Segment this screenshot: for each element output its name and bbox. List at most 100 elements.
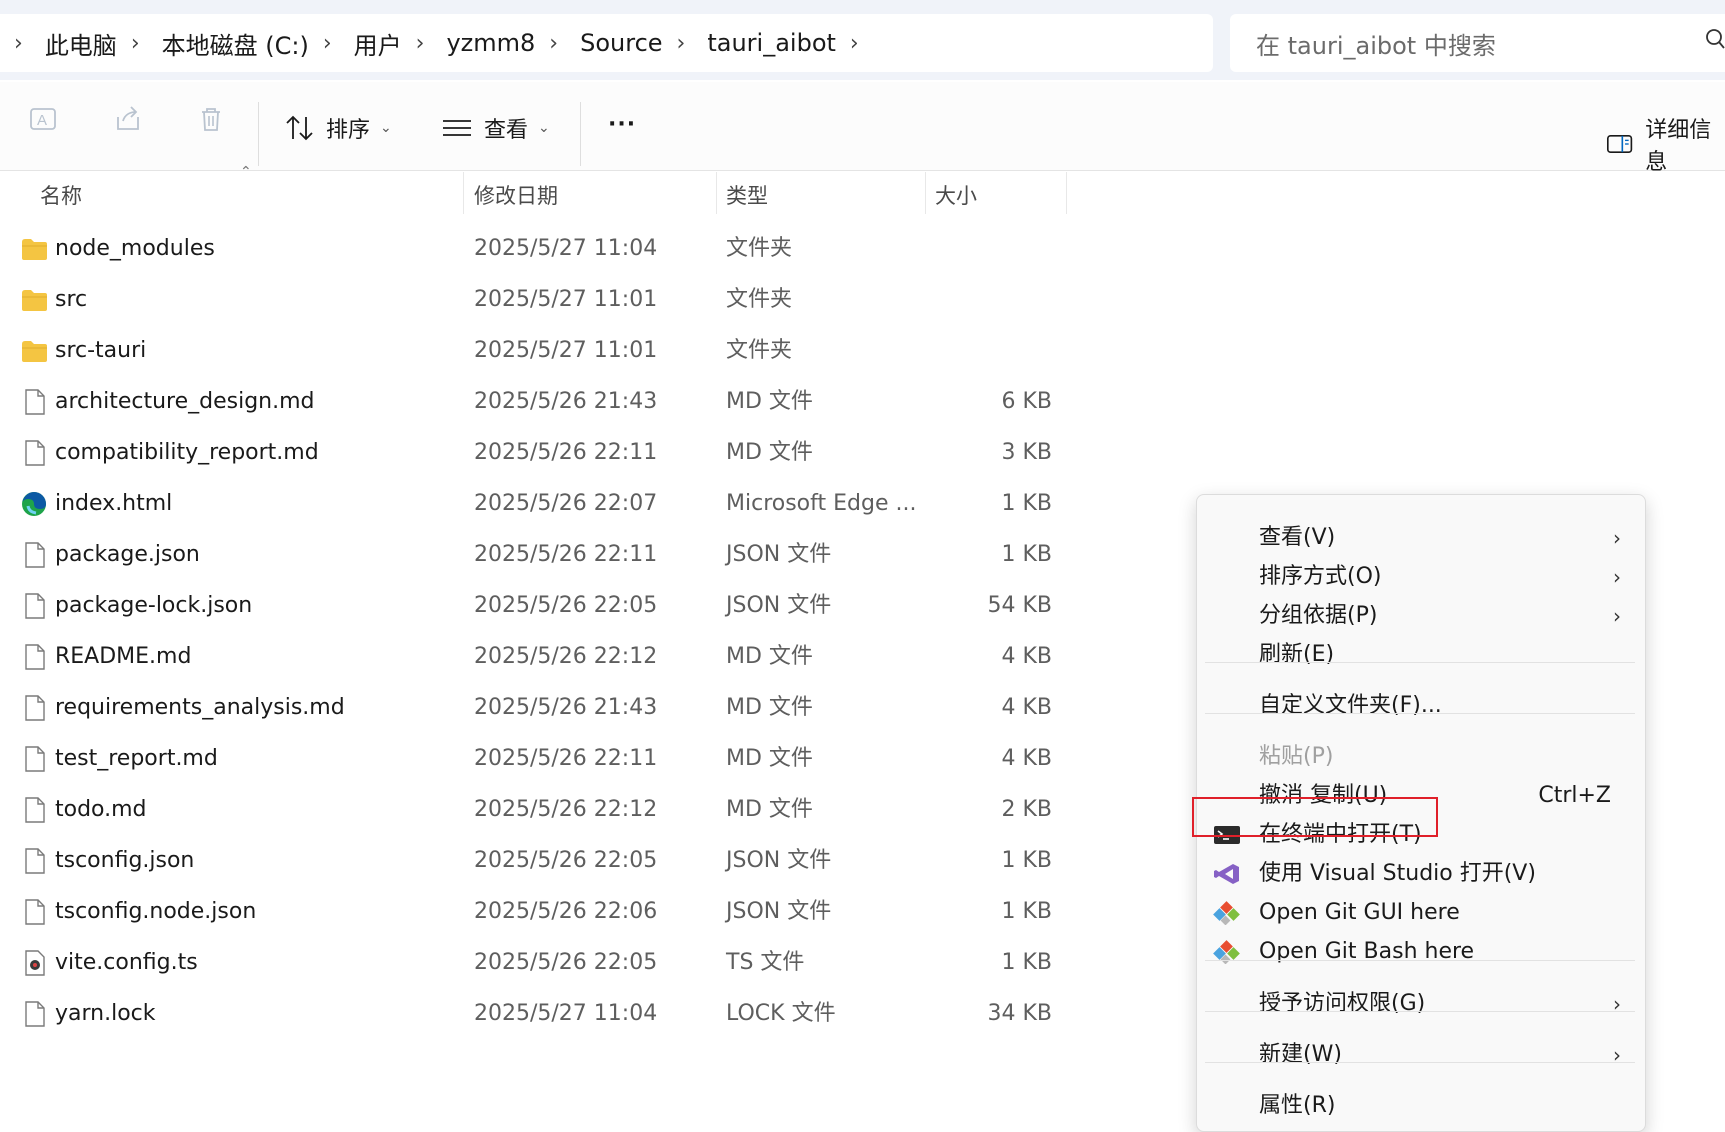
file-row[interactable]: yarn.lock 2025/5/27 11:04 LOCK 文件 34 KB	[0, 990, 1080, 1038]
menu-item-git-gui[interactable]: Open Git GUI here	[1197, 894, 1645, 932]
delete-icon[interactable]	[196, 104, 226, 134]
folder-icon	[22, 239, 47, 260]
search-placeholder: 在 tauri_aibot 中搜索	[1256, 31, 1496, 60]
file-date: 2025/5/26 22:05	[474, 593, 658, 618]
file-row[interactable]: compatibility_report.md 2025/5/26 22:11 MD…	[0, 429, 1080, 477]
file-row[interactable]: package-lock.json 2025/5/26 22:05 JSON 文件 5…	[0, 582, 1080, 630]
file-row[interactable]: requirements_analysis.md 2025/5/26 21:43 M…	[0, 684, 1080, 732]
sort-button[interactable]: 排序 ⌄	[284, 112, 392, 144]
file-type: JSON 文件	[726, 542, 832, 567]
view-label: 查看	[484, 118, 529, 143]
menu-item-properties[interactable]: 属性(R)	[1197, 1087, 1645, 1125]
toolbar-divider	[258, 102, 259, 166]
ts-file-icon	[25, 950, 45, 976]
file-size: 4 KB	[1001, 695, 1052, 720]
menu-item-grant-access[interactable]: 授予访问权限(G) ›	[1197, 985, 1645, 1023]
file-row[interactable]: package.json 2025/5/26 22:11 JSON 文件 1 KB	[0, 531, 1080, 579]
file-row[interactable]: node_modules 2025/5/27 11:04 文件夹	[0, 225, 1080, 273]
file-icon	[25, 695, 45, 721]
file-type: 文件夹	[726, 236, 793, 261]
file-row[interactable]: index.html 2025/5/26 22:07 Microsoft Edge …	[0, 480, 1080, 528]
chevron-right-icon[interactable]: ›	[0, 31, 45, 56]
column-separator[interactable]	[925, 172, 926, 214]
git-gui-icon	[1213, 901, 1240, 925]
chevron-right-icon[interactable]: ›	[117, 31, 162, 56]
file-type: MD 文件	[726, 389, 813, 414]
column-separator[interactable]	[1066, 172, 1067, 214]
chevron-right-icon[interactable]: ›	[402, 31, 447, 56]
file-row[interactable]: tsconfig.json 2025/5/26 22:05 JSON 文件 1 KB	[0, 837, 1080, 885]
file-name: src-tauri	[55, 338, 147, 363]
breadcrumb-this-pc[interactable]: 此电脑	[45, 26, 117, 61]
file-name: architecture_design.md	[55, 389, 315, 414]
breadcrumb-user-folder[interactable]: yzmm8	[446, 29, 535, 57]
more-options-button[interactable]: ···	[608, 112, 636, 137]
file-row[interactable]: src-tauri 2025/5/27 11:01 文件夹	[0, 327, 1080, 375]
menu-item-open-visual-studio[interactable]: 使用 Visual Studio 打开(V)	[1197, 855, 1645, 893]
breadcrumb[interactable]: › 此电脑 › 本地磁盘 (C:) › 用户 › yzmm8 › Source …	[0, 14, 1213, 72]
chevron-right-icon[interactable]: ›	[836, 31, 881, 56]
breadcrumb-tauri-aibot[interactable]: tauri_aibot	[707, 29, 836, 57]
rename-icon[interactable]: A	[28, 104, 58, 134]
file-icon	[25, 797, 45, 823]
file-row[interactable]: vite.config.ts 2025/5/26 22:05 TS 文件 1 KB	[0, 939, 1080, 987]
breadcrumb-source[interactable]: Source	[580, 29, 662, 57]
view-button[interactable]: 查看 ⌄	[442, 112, 550, 144]
file-row[interactable]: tsconfig.node.json 2025/5/26 22:06 JSON 文件…	[0, 888, 1080, 936]
menu-separator	[1205, 1011, 1635, 1012]
file-name: yarn.lock	[55, 1001, 156, 1026]
file-row[interactable]: todo.md 2025/5/26 22:12 MD 文件 2 KB	[0, 786, 1080, 834]
chevron-right-icon[interactable]: ›	[535, 31, 580, 56]
menu-separator	[1205, 662, 1635, 663]
chevron-right-icon[interactable]: ›	[309, 31, 354, 56]
view-list-icon	[443, 120, 471, 136]
file-date: 2025/5/27 11:04	[474, 1001, 658, 1026]
file-date: 2025/5/26 22:05	[474, 848, 658, 873]
chevron-right-icon[interactable]: ›	[663, 31, 708, 56]
sort-icon	[286, 115, 313, 141]
sort-label: 排序	[326, 118, 371, 143]
search-icon[interactable]	[1705, 28, 1725, 50]
file-row[interactable]: README.md 2025/5/26 22:12 MD 文件 4 KB	[0, 633, 1080, 681]
column-header-type[interactable]: 类型	[726, 180, 768, 210]
file-type: MD 文件	[726, 440, 813, 465]
file-size: 4 KB	[1001, 644, 1052, 669]
file-name: test_report.md	[55, 746, 218, 771]
file-size: 1 KB	[1001, 542, 1052, 567]
menu-item-group-by[interactable]: 分组依据(P) ›	[1197, 597, 1645, 635]
file-type: TS 文件	[726, 950, 805, 975]
menu-item-refresh[interactable]: 刷新(E)	[1197, 636, 1645, 674]
menu-item-sort-by[interactable]: 排序方式(O) ›	[1197, 558, 1645, 596]
column-separator[interactable]	[463, 172, 464, 214]
file-type: JSON 文件	[726, 593, 832, 618]
file-row[interactable]: architecture_design.md 2025/5/26 21:43 MD …	[0, 378, 1080, 426]
share-icon[interactable]	[113, 104, 143, 134]
file-name: README.md	[55, 644, 192, 669]
file-name: tsconfig.node.json	[55, 899, 257, 924]
file-icon	[25, 1001, 45, 1027]
breadcrumb-local-disk[interactable]: 本地磁盘 (C:)	[162, 26, 309, 61]
file-size	[940, 327, 1052, 375]
file-row[interactable]: src 2025/5/27 11:01 文件夹	[0, 276, 1080, 324]
file-name: index.html	[55, 491, 173, 516]
file-date: 2025/5/26 22:07	[474, 491, 658, 516]
file-size: 4 KB	[1001, 746, 1052, 771]
file-row[interactable]: test_report.md 2025/5/26 22:11 MD 文件 4 KB	[0, 735, 1080, 783]
column-separator[interactable]	[716, 172, 717, 214]
column-header-size[interactable]: 大小	[935, 180, 977, 210]
menu-item-new[interactable]: 新建(W) ›	[1197, 1036, 1645, 1074]
menu-item-customize-folder[interactable]: 自定义文件夹(F)...	[1197, 687, 1645, 725]
file-name: vite.config.ts	[55, 950, 198, 975]
file-size: 3 KB	[1001, 440, 1052, 465]
chevron-right-icon: ›	[1613, 1043, 1621, 1067]
menu-item-git-bash[interactable]: Open Git Bash here	[1197, 933, 1645, 971]
search-input[interactable]: 在 tauri_aibot 中搜索	[1230, 14, 1725, 72]
chevron-down-icon: ⌄	[538, 120, 550, 136]
sort-ascending-icon: ⌃	[240, 164, 252, 180]
menu-item-view[interactable]: 查看(V) ›	[1197, 519, 1645, 557]
column-header-name[interactable]: 名称	[40, 180, 82, 210]
details-pane-button[interactable]: 详细信息	[1606, 112, 1725, 176]
svg-text:A: A	[37, 112, 47, 129]
breadcrumb-users[interactable]: 用户	[354, 26, 402, 61]
column-header-date[interactable]: 修改日期	[474, 180, 558, 210]
